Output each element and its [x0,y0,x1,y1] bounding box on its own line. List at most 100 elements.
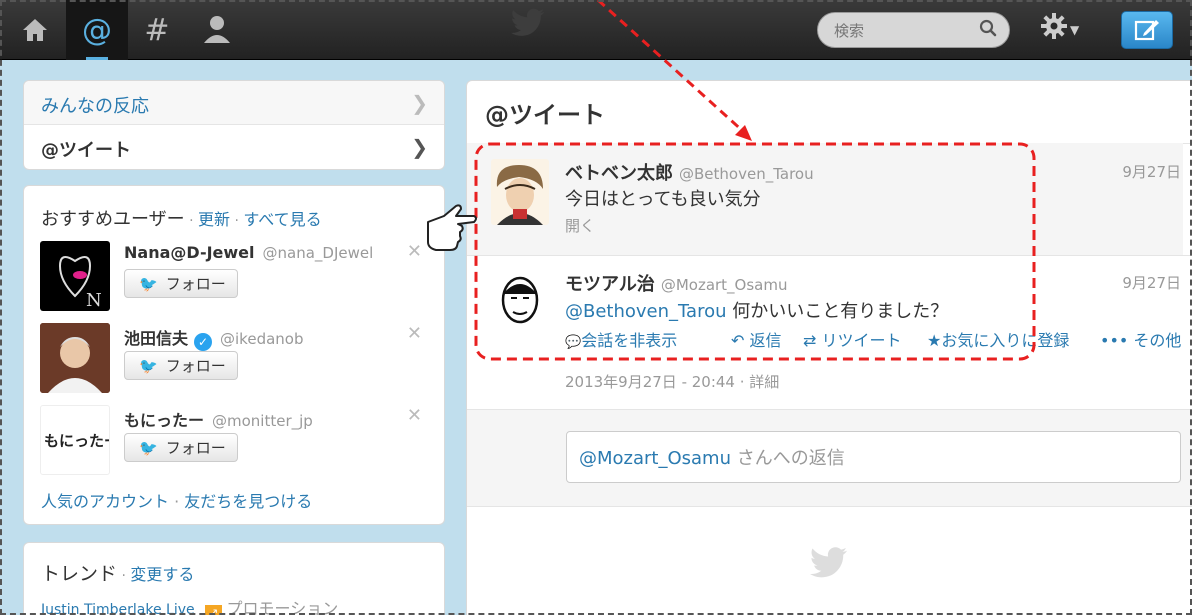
user-name[interactable]: もにったー @monitter_jp [124,407,313,431]
wtf-footer: 人気のアカウント · 友だちを見つける [41,488,312,512]
action-label: リツイート [821,331,902,350]
separator: · [230,213,244,229]
svg-text:N: N [86,290,102,311]
twitter-bird-icon: 🐦 [139,274,158,293]
search-icon[interactable] [979,19,997,42]
user-name[interactable]: 池田信夫 ✓ @ikedanob [124,325,303,351]
action-label: 会話を非表示 [581,331,678,350]
popular-accounts-link[interactable]: 人気のアカウント [41,492,169,511]
settings-menu[interactable]: ▼ [1040,12,1079,48]
view-all-link[interactable]: すべて見る [243,210,321,229]
separator: · [169,492,185,511]
tweet-meta: 2013年9月27日 - 20:44 · 詳細 [565,371,779,392]
tweet-date[interactable]: 9月27日 [1122,161,1181,182]
tweet[interactable]: ベトベン太郎 @Bethoven_Tarou 9月27日 今日はとっても良い気分 … [467,143,1183,255]
open-link[interactable]: 開く [565,215,595,236]
dismiss-icon[interactable]: ✕ [407,323,422,344]
promoted-label: プロモーション [226,599,339,615]
mention-link[interactable]: @Bethoven_Tarou [565,301,727,322]
details-link[interactable]: 詳細 [749,373,779,391]
promoted-icon: ↗ [205,605,223,615]
nav-item-mentions[interactable]: @ツイート ❯ [24,125,444,169]
user-handle: @monitter_jp [212,412,313,430]
twitter-bird-icon [809,546,849,584]
retweet-action[interactable]: ⇄ リツイート [803,327,902,351]
follow-button[interactable]: 🐦 フォロー [124,433,238,462]
star-icon: ★ [927,331,942,350]
tweet-timestamp[interactable]: 2013年9月27日 - 20:44 [565,373,735,391]
reply-action[interactable]: ↶ 返信 [731,327,782,351]
follow-label: フォロー [165,275,226,293]
action-label: 返信 [749,331,782,350]
ellipsis-icon: ••• [1100,331,1129,350]
tweet-handle[interactable]: @Mozart_Osamu [661,276,788,294]
tab-connect[interactable]: @ [66,0,128,60]
follow-button[interactable]: 🐦 フォロー [124,351,238,380]
hide-conversation-action[interactable]: 💬会話を非表示 [565,327,677,351]
search-placeholder: 検索 [834,21,865,40]
hash-icon: # [144,12,170,48]
avatar[interactable]: もにったー [40,405,110,475]
page-title: @ツイート [485,101,605,129]
action-label: その他 [1133,331,1182,350]
person-icon[interactable] [186,0,248,60]
suggested-user: 池田信夫 ✓ @ikedanob ✕ 🐦 フォロー [40,323,440,403]
user-name[interactable]: Nana@D-Jewel @nana_DJewel [124,243,373,262]
reply-icon: ↶ [731,331,745,350]
avatar[interactable]: N [40,241,110,311]
wtf-header: おすすめユーザー · 更新 · すべて見る [41,205,322,231]
find-friends-link[interactable]: 友だちを見つける [184,492,312,511]
user-name-text: 池田信夫 [124,329,189,348]
suggested-user: もにったー もにったー @monitter_jp ✕ 🐦 フォロー [40,405,440,485]
trends-header: トレンド · 変更する [41,559,194,586]
twitter-bird-icon: 🐦 [139,438,158,457]
tweet-author[interactable]: モツアル治 [565,274,655,295]
tweet-text: @Bethoven_Tarou 何かいいこと有りました？ [565,297,948,323]
home-icon[interactable] [4,0,66,60]
main-timeline: @ツイート ベトベン太郎 @Bethoven_Tarou 9月27日 今日はとって… [466,80,1192,615]
nav-item-activity[interactable]: みんなの反応 ❯ [24,81,444,125]
avatar[interactable] [40,323,110,393]
chevron-right-icon: ❯ [411,135,428,159]
retweet-icon: ⇄ [803,331,817,350]
favorite-action[interactable]: ★お気に入りに登録 [927,327,1069,351]
speech-bubble-icon: 💬 [565,335,582,350]
more-action[interactable]: ••• その他 [1100,327,1181,351]
reply-placeholder: さんへの返信 [731,448,845,469]
verified-badge-icon: ✓ [194,333,213,351]
divider [467,506,1192,507]
dismiss-icon[interactable]: ✕ [407,405,422,426]
action-label: お気に入りに登録 [941,331,1070,350]
dismiss-icon[interactable]: ✕ [407,241,422,262]
tweet-header: ベトベン太郎 @Bethoven_Tarou [565,159,814,185]
user-handle: @ikedanob [220,330,304,348]
twitter-bird-icon [510,8,546,44]
trend-item[interactable]: Justin Timberlake Live ↗ プロモーション [41,595,338,615]
avatar[interactable] [491,159,549,225]
chevron-right-icon: ❯ [411,91,428,115]
pointing-hand-icon [424,202,480,258]
nav-card: みんなの反応 ❯ @ツイート ❯ [23,80,445,170]
tweet-date[interactable]: 9月27日 [1122,272,1181,293]
refresh-link[interactable]: 更新 [198,210,230,229]
tab-discover[interactable]: # [126,0,188,60]
compose-tweet-button[interactable] [1121,11,1173,49]
monitter-logo: もにったー [44,432,110,450]
search-input[interactable]: 検索 [817,12,1010,48]
avatar[interactable] [491,270,549,336]
tweet-handle[interactable]: @Bethoven_Tarou [679,165,814,183]
change-trends-link[interactable]: 変更する [130,565,194,584]
tweet-header: モツアル治 @Mozart_Osamu [565,270,788,296]
tweet[interactable]: モツアル治 @Mozart_Osamu 9月27日 @Bethoven_Tarou… [467,256,1183,406]
user-handle: @nana_DJewel [262,244,374,262]
user-name-text: もにったー [124,411,205,430]
svg-text:もにったー: もにったー [44,432,110,450]
reply-input[interactable]: @Mozart_Osamu さんへの返信 [566,431,1181,483]
top-bar: @ # 検索 ▼ [0,0,1192,60]
follow-button[interactable]: 🐦 フォロー [124,269,238,298]
separator: · [117,568,131,584]
nav-item-label: みんなの反応 [41,96,149,117]
suggested-user: N Nana@D-Jewel @nana_DJewel ✕ 🐦 フォロー [40,241,440,321]
tweet-author[interactable]: ベトベン太郎 [565,163,673,184]
trend-label: Justin Timberlake Live [41,602,195,615]
